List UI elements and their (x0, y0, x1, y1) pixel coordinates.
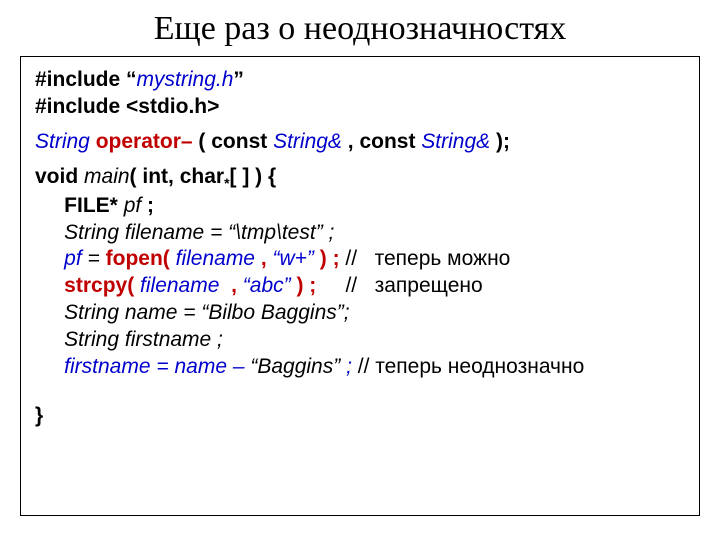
code-line: String name = “Bilbo Baggins”; (35, 300, 685, 327)
t: fopen( (106, 247, 176, 270)
t: “w+” (273, 247, 320, 270)
code-line: firstname = name – “Baggins” ; // теперь… (35, 354, 685, 381)
code-line: void main( int, char*[ ] ) { (35, 164, 685, 193)
code-line: #include <stdio.h> (35, 94, 685, 121)
t: pf (35, 247, 82, 270)
t: ); (496, 130, 510, 153)
t: ) ; (320, 247, 340, 270)
t: ) ; (296, 274, 316, 297)
t: // теперь неоднозначно (352, 355, 584, 378)
code-line: strcpy( filename , “abc” ) ; // запрещен… (35, 273, 685, 300)
slide: Еще раз о неоднозначностях #include “mys… (0, 0, 720, 540)
t: pf (124, 194, 142, 217)
t: ( const (198, 130, 273, 153)
t: String& (273, 130, 348, 153)
t: // теперь можно (340, 247, 511, 270)
code-box: #include “mystring.h” #include <stdio.h>… (20, 56, 700, 516)
t: filename (140, 274, 225, 297)
t: “Baggins” (250, 355, 346, 378)
slide-title: Еще раз о неоднозначностях (20, 10, 700, 48)
t: firstname = name – (35, 355, 250, 378)
code-line: pf = fopen( filename , “w+” ) ; // тепер… (35, 246, 685, 273)
t: , const (348, 130, 422, 153)
t: String (35, 130, 96, 153)
t: ; (141, 194, 154, 217)
code-line: String firstname ; (35, 327, 685, 354)
t: mystring.h (137, 68, 234, 91)
t: strcpy( (35, 274, 140, 297)
code-line: #include “mystring.h” (35, 67, 685, 94)
code-line: String operator– ( const String& , const… (35, 129, 685, 156)
t: FILE* (35, 194, 124, 217)
code-line: } (35, 403, 685, 430)
code-line: String filename = “\tmp\test” ; (35, 220, 685, 247)
t: , (225, 274, 243, 297)
t: = (82, 247, 106, 270)
t: filename (176, 247, 261, 270)
t: “abc” (243, 274, 297, 297)
t: ( int, char (130, 165, 225, 188)
t: operator– (96, 130, 199, 153)
t: #include “ (35, 68, 137, 91)
t: , (261, 247, 273, 270)
code-line: FILE* pf ; (35, 193, 685, 220)
t: String& (421, 130, 496, 153)
t: [ ] ) { (230, 165, 277, 188)
t: // запрещено (316, 274, 482, 297)
t: main (84, 165, 130, 188)
t: ” (233, 68, 244, 91)
t: void (35, 165, 84, 188)
